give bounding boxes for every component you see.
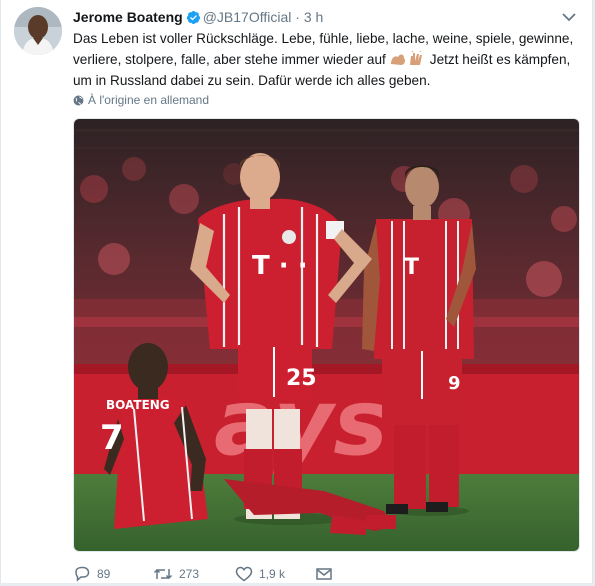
separator: · bbox=[295, 9, 300, 25]
tweet-text: Das Leben ist voller Rückschläge. Lebe, … bbox=[73, 28, 581, 91]
reply-icon bbox=[73, 566, 91, 582]
translation-label: À l'origine en allemand bbox=[88, 93, 210, 107]
verified-badge-icon bbox=[186, 10, 201, 29]
retweet-count: 273 bbox=[179, 567, 200, 581]
globe-icon bbox=[73, 94, 84, 110]
reply-button[interactable]: 89 bbox=[73, 566, 110, 582]
football-match-photo: ays T 9 T · · 25 BOATENG 7 bbox=[74, 119, 579, 551]
tweet-photo[interactable]: ays T 9 T · · 25 BOATENG 7 bbox=[73, 118, 580, 552]
direct-message-button[interactable] bbox=[315, 566, 333, 582]
tweet-card[interactable]: Jerome Boateng @JB17Official · 3 h Das Le… bbox=[0, 0, 593, 583]
user-handle[interactable]: @JB17Official bbox=[203, 9, 292, 25]
display-name[interactable]: Jerome Boateng bbox=[73, 9, 183, 25]
heart-icon bbox=[235, 566, 253, 582]
player1-jersey-name: BOATENG bbox=[106, 398, 170, 412]
emoji-muscle-raised-hands bbox=[389, 50, 427, 67]
translation-note[interactable]: À l'origine en allemand bbox=[73, 92, 209, 110]
avatar-image bbox=[14, 7, 62, 55]
svg-text:T · ·: T · · bbox=[252, 251, 308, 281]
like-button[interactable]: 1,9 k bbox=[235, 566, 285, 582]
reply-count: 89 bbox=[97, 567, 111, 581]
chevron-down-icon[interactable] bbox=[560, 8, 578, 26]
retweet-button[interactable]: 273 bbox=[153, 566, 199, 582]
tweet-header: Jerome Boateng @JB17Official · 3 h bbox=[73, 8, 323, 29]
avatar[interactable] bbox=[14, 7, 62, 55]
player1-jersey-number: 7 bbox=[100, 418, 124, 458]
timestamp[interactable]: 3 h bbox=[304, 9, 323, 25]
player3-shorts-number: 9 bbox=[448, 373, 461, 394]
retweet-icon bbox=[153, 566, 173, 582]
player2-shorts-number: 25 bbox=[286, 366, 317, 391]
envelope-icon bbox=[315, 566, 333, 582]
like-count: 1,9 k bbox=[259, 567, 286, 581]
svg-text:T: T bbox=[404, 255, 419, 280]
